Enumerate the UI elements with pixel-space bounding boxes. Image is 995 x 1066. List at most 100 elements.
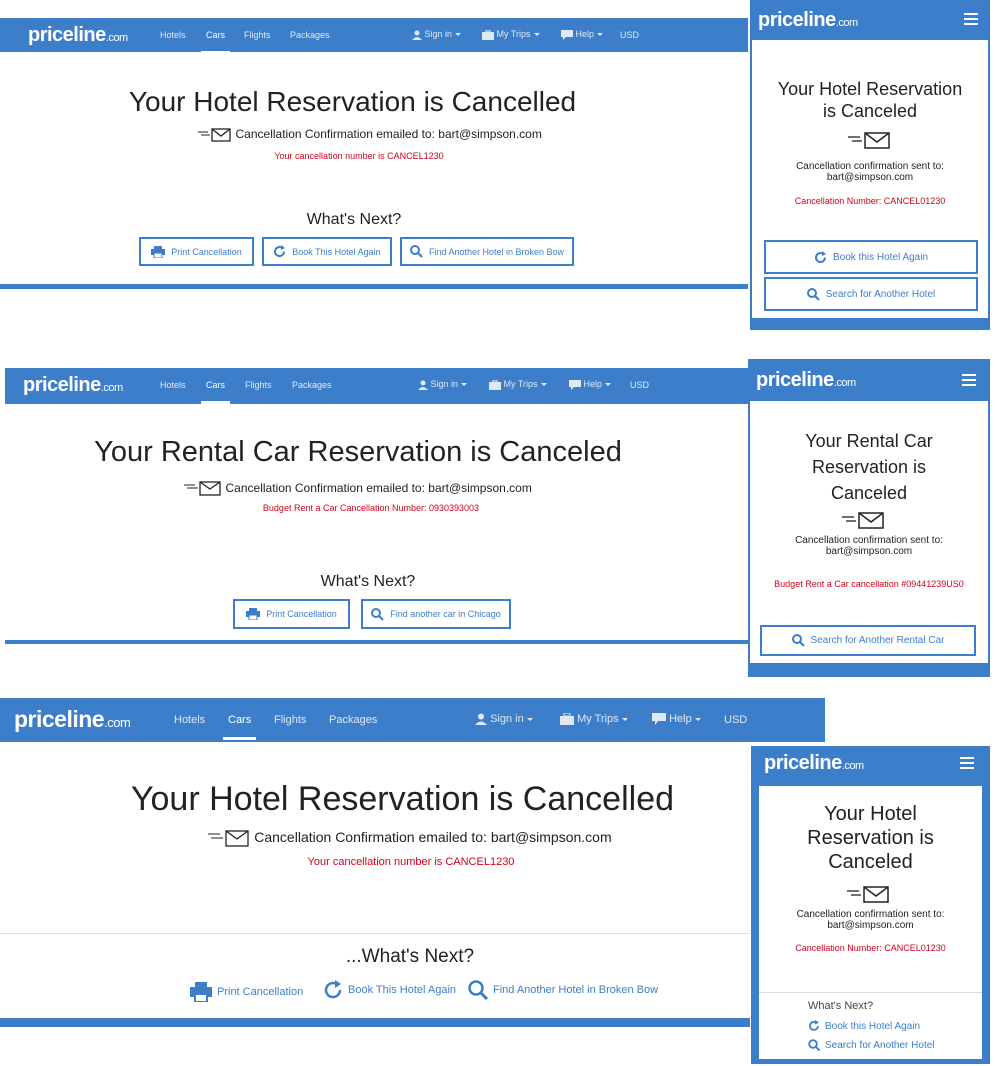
my-trips-label: My Trips	[503, 379, 538, 389]
priceline-logo[interactable]: priceline.com	[758, 9, 858, 32]
search-another-hotel-link[interactable]: Search for Another Hotel	[808, 1039, 935, 1051]
button-label: Search for Another Rental Car	[810, 635, 945, 646]
currency-selector[interactable]: USD	[620, 30, 639, 40]
page-title: Your Rental Car Reservation is Canceled	[94, 436, 622, 468]
cancellation-number: Cancellation Number: CANCEL01230	[795, 943, 946, 953]
currency-selector[interactable]: USD	[630, 380, 649, 390]
help-chat-icon	[569, 379, 581, 390]
footer-bar	[752, 318, 988, 328]
my-trips-label: My Trips	[577, 713, 619, 725]
mobile-content: Your Hotel Reservation is Canceled Cancell…	[759, 786, 982, 1059]
search-icon	[468, 980, 488, 1000]
nav-hotels[interactable]: Hotels	[160, 30, 186, 40]
nav-flights[interactable]: Flights	[274, 714, 306, 726]
my-trips-menu[interactable]: My Trips	[560, 713, 628, 726]
email-text: Cancellation Confirmation emailed to: ba…	[225, 481, 532, 495]
button-label: Find Another Hotel in Broken Bow	[428, 246, 565, 257]
priceline-logo[interactable]: priceline.com	[28, 24, 128, 47]
help-menu[interactable]: Help	[569, 379, 612, 390]
nav-packages[interactable]: Packages	[290, 30, 330, 40]
email-text: Cancellation Confirmation emailed to: ba…	[235, 127, 542, 141]
nav-cars[interactable]: Cars	[200, 30, 231, 54]
book-hotel-again-button[interactable]: Book this Hotel Again	[764, 240, 978, 274]
priceline-logo[interactable]: priceline.com	[23, 374, 123, 397]
my-trips-menu[interactable]: My Trips	[489, 379, 547, 390]
logo-suffix: .com	[100, 382, 123, 394]
printer-icon	[190, 982, 212, 1002]
email-sent-icon	[848, 132, 890, 149]
mobile-panel-3: priceline.com Your Hotel Reservation is Ca…	[751, 746, 990, 1064]
footer-bar	[0, 284, 748, 289]
link-label: Find Another Hotel in Broken Bow	[493, 984, 659, 996]
print-cancellation-button[interactable]: Print Cancellation	[139, 237, 254, 266]
whats-next-heading: What's Next?	[320, 573, 416, 590]
nav-flights[interactable]: Flights	[245, 380, 272, 390]
print-cancellation-link[interactable]: Print Cancellation	[190, 982, 303, 1002]
nav-hotels[interactable]: Hotels	[174, 714, 205, 726]
hamburger-menu-icon[interactable]	[964, 13, 978, 28]
cancellation-number: Cancellation Number: CANCEL01230	[794, 196, 946, 206]
top-nav: priceline.com Hotels Cars Flights Packag…	[5, 368, 748, 404]
page-title: Your Hotel Reservation is Cancelled	[130, 780, 675, 818]
book-hotel-again-button[interactable]: Book This Hotel Again	[262, 237, 392, 266]
sign-in-label: Sign in	[430, 379, 459, 389]
footer-bar	[5, 640, 748, 644]
search-icon	[791, 634, 805, 647]
book-hotel-again-link[interactable]: Book this Hotel Again	[808, 1020, 920, 1032]
search-icon	[806, 287, 820, 301]
nav-flights[interactable]: Flights	[244, 30, 271, 40]
search-another-rental-car-button[interactable]: Search for Another Rental Car	[760, 625, 976, 656]
nav-cars[interactable]: Cars	[222, 714, 257, 740]
nav-hotels[interactable]: Hotels	[160, 380, 186, 390]
sign-in-label: Sign in	[424, 29, 453, 39]
sign-in-label: Sign in	[490, 713, 524, 725]
sign-in-menu[interactable]: Sign in	[412, 29, 462, 40]
search-another-hotel-button[interactable]: Search for Another Hotel	[764, 277, 978, 311]
sent-line: Cancellation confirmation sent to:	[796, 909, 945, 920]
priceline-logo[interactable]: priceline.com	[764, 752, 864, 775]
whats-next-heading: What's Next?	[808, 1000, 874, 1012]
logo-text: priceline	[14, 706, 105, 732]
help-menu[interactable]: Help	[652, 713, 701, 726]
button-label: Find another car in Chicago	[390, 609, 501, 619]
title-line: Canceled	[830, 483, 908, 503]
printer-icon	[246, 608, 261, 620]
chevron-down-icon	[605, 383, 612, 387]
logo-text: priceline	[28, 24, 106, 46]
sign-in-menu[interactable]: Sign in	[475, 713, 533, 726]
page-title: Your Hotel Reservation is Cancelled	[128, 86, 577, 117]
chevron-down-icon	[597, 33, 604, 37]
my-trips-menu[interactable]: My Trips	[482, 29, 540, 40]
chevron-down-icon	[461, 383, 468, 387]
title-line: is Canceled	[822, 101, 918, 121]
find-another-hotel-link[interactable]: Find Another Hotel in Broken Bow	[468, 980, 658, 1000]
help-menu[interactable]: Help	[561, 29, 604, 40]
book-hotel-again-link[interactable]: Book This Hotel Again	[323, 980, 456, 1000]
help-label: Help	[669, 713, 692, 725]
print-cancellation-button[interactable]: Print Cancellation	[233, 599, 350, 629]
nav-packages[interactable]: Packages	[329, 714, 377, 726]
sent-confirmation: Cancellation confirmation sent to: bart@s…	[759, 909, 982, 931]
chevron-down-icon	[455, 33, 462, 37]
currency-selector[interactable]: USD	[724, 714, 747, 726]
nav-packages[interactable]: Packages	[292, 380, 332, 390]
find-another-car-button[interactable]: Find another car in Chicago	[361, 599, 511, 629]
find-another-hotel-button[interactable]: Find Another Hotel in Broken Bow	[400, 237, 574, 266]
title-line: Your Hotel	[824, 803, 917, 825]
priceline-logo[interactable]: priceline.com	[14, 706, 131, 733]
suitcase-icon	[489, 379, 501, 390]
priceline-logo[interactable]: priceline.com	[756, 369, 856, 392]
my-trips-label: My Trips	[496, 29, 531, 39]
hamburger-menu-icon[interactable]	[962, 374, 976, 389]
nav-cars[interactable]: Cars	[200, 380, 231, 404]
email-sent-icon	[842, 512, 884, 529]
link-label: Print Cancellation	[217, 986, 304, 998]
link-label: Search for Another Hotel	[825, 1039, 935, 1051]
user-icon	[418, 380, 428, 390]
email-sent-icon	[198, 128, 231, 142]
cancellation-number: Budget Rent a Car cancellation #09441239…	[774, 579, 964, 589]
hamburger-menu-icon[interactable]	[960, 757, 974, 772]
mobile-panel-2: priceline.com Your Rental Car Reservation…	[748, 359, 990, 677]
sign-in-menu[interactable]: Sign in	[418, 379, 468, 390]
cancellation-number: Budget Rent a Car Cancellation Number: 0…	[262, 503, 480, 513]
